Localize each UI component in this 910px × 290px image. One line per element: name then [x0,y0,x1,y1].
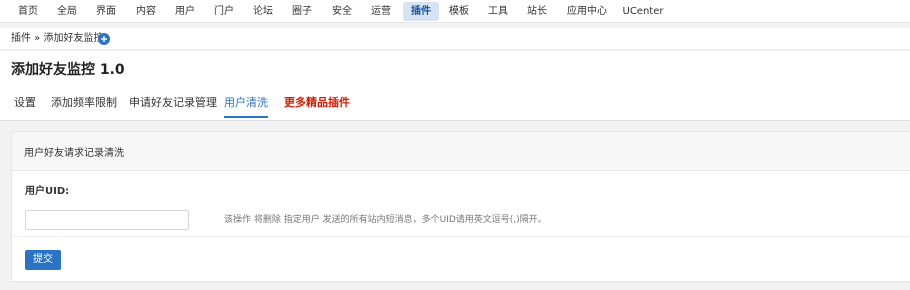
nav-item-group[interactable]: 圈子 [286,2,318,21]
top-nav: 首页 全局 界面 内容 用户 门户 论坛 圈子 安全 运营 插件 模板 工具 站… [0,0,910,23]
breadcrumb-bar: 插件 » 添加好友监控 [0,28,910,50]
tab-more-plugins[interactable]: 更多精品插件 [284,96,350,118]
uid-input[interactable] [25,210,189,230]
tab-settings[interactable]: 设置 [14,96,36,118]
cleanup-panel: 用户好友请求记录清洗 用户UID: 该操作 将删除 指定用户 发送的所有站内短消… [11,131,910,282]
divider [12,236,910,237]
nav-item-users[interactable]: 用户 [169,2,201,21]
panel-header: 用户好友请求记录清洗 [12,132,910,171]
nav-item-ucenter[interactable]: UCenter [620,2,666,21]
nav-item-content[interactable]: 内容 [130,2,162,21]
tab-user-cleanup[interactable]: 用户清洗 [224,96,268,118]
nav-item-plugins[interactable]: 插件 [403,2,439,21]
breadcrumb: 插件 » 添加好友监控 [11,33,104,44]
nav-item-portal[interactable]: 门户 [208,2,240,21]
tab-request-records[interactable]: 申请好友记录管理 [129,96,217,118]
nav-item-app-center[interactable]: 应用中心 [562,2,612,21]
uid-label: 用户UID: [25,186,70,197]
tab-frequency-limit[interactable]: 添加频率限制 [51,96,117,118]
plus-circle-icon[interactable] [98,33,110,45]
nav-item-webmaster[interactable]: 站长 [521,2,553,21]
nav-item-global[interactable]: 全局 [51,2,83,21]
nav-item-operations[interactable]: 运营 [365,2,397,21]
submit-button[interactable]: 提交 [25,250,61,270]
nav-item-templates[interactable]: 模板 [443,2,475,21]
page-header: 添加好友监控 1.0 设置 添加频率限制 申请好友记录管理 用户清洗 更多精品插… [0,51,910,121]
nav-item-tools[interactable]: 工具 [482,2,514,21]
nav-item-home[interactable]: 首页 [12,2,44,21]
nav-item-interface[interactable]: 界面 [90,2,122,21]
nav-item-forum[interactable]: 论坛 [247,2,279,21]
nav-item-security[interactable]: 安全 [326,2,358,21]
page-title: 添加好友监控 1.0 [11,62,125,78]
uid-hint: 该操作 将删除 指定用户 发送的所有站内短消息，多个UID请用英文逗号(,)隔开… [224,215,547,225]
panel-title: 用户好友请求记录清洗 [24,148,124,159]
